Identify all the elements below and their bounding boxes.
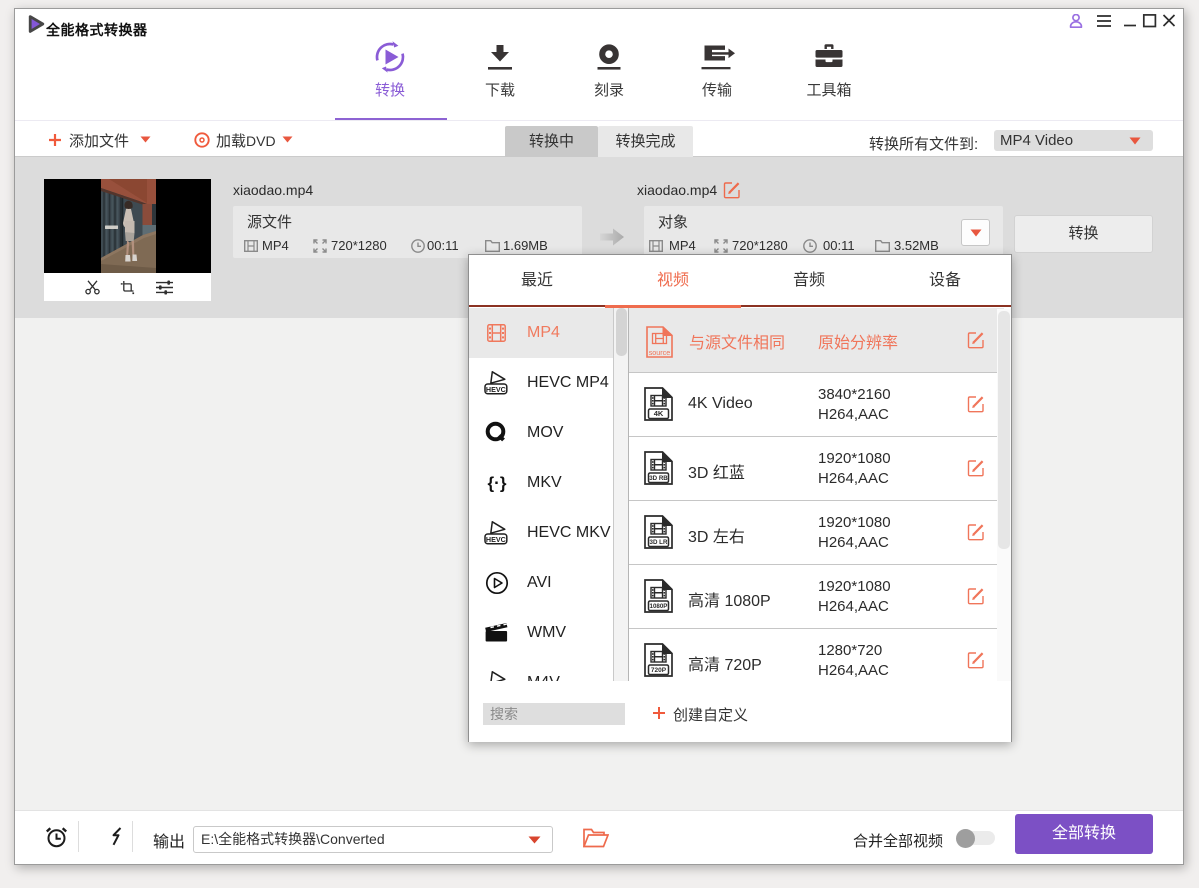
svg-text:720P: 720P bbox=[651, 667, 667, 674]
svg-text:3D LR: 3D LR bbox=[650, 539, 668, 546]
svg-text:1080P: 1080P bbox=[650, 603, 668, 610]
svg-text:source: source bbox=[648, 347, 670, 356]
svg-text:4K: 4K bbox=[654, 409, 664, 418]
svg-text:3D RB: 3D RB bbox=[649, 475, 668, 482]
